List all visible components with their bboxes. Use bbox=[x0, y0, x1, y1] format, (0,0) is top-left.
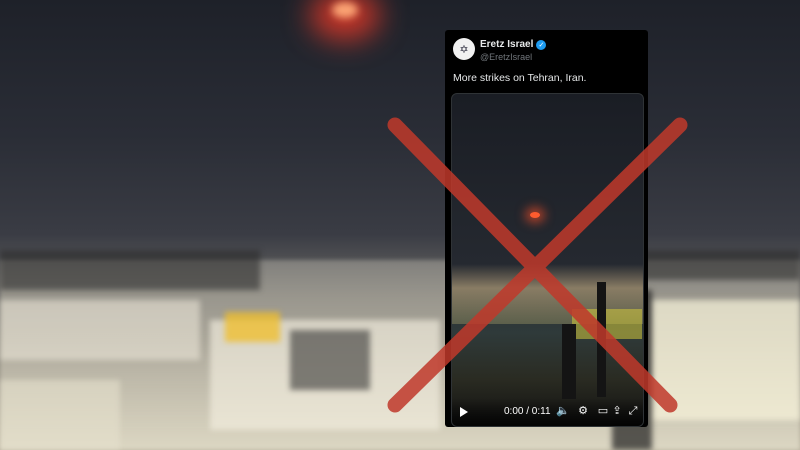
avatar[interactable]: ✡ bbox=[453, 38, 475, 60]
settings-icon[interactable]: ⚙ bbox=[576, 404, 590, 417]
share-icon[interactable]: ⇪ bbox=[610, 404, 624, 417]
video-rocket bbox=[530, 212, 540, 218]
video-controls: 0:00 / 0:11 🔈 ⚙ ▭ ⇪ ⤢ bbox=[452, 398, 643, 426]
author-row: Eretz Israel ✓ bbox=[480, 39, 547, 50]
verified-badge-icon: ✓ bbox=[536, 39, 547, 50]
author-handle[interactable]: @EretzIsrael bbox=[480, 52, 532, 62]
play-icon[interactable] bbox=[460, 407, 468, 417]
video-time: 0:00 / 0:11 bbox=[504, 406, 551, 417]
fullscreen-icon[interactable]: ⤢ bbox=[626, 404, 640, 418]
video-building bbox=[572, 309, 642, 339]
video-player[interactable]: 0:00 / 0:11 🔈 ⚙ ▭ ⇪ ⤢ bbox=[451, 93, 644, 427]
tweet-text: More strikes on Tehran, Iran. bbox=[453, 72, 587, 84]
author-name[interactable]: Eretz Israel bbox=[480, 39, 533, 50]
background-video-frame bbox=[0, 0, 800, 450]
tweet-card: ✡ Eretz Israel ✓ @EretzIsrael More strik… bbox=[445, 30, 648, 427]
avatar-icon: ✡ bbox=[459, 42, 469, 56]
pip-icon[interactable]: ▭ bbox=[596, 404, 610, 417]
rocket-core bbox=[332, 2, 358, 18]
volume-icon[interactable]: 🔈 bbox=[556, 404, 570, 417]
